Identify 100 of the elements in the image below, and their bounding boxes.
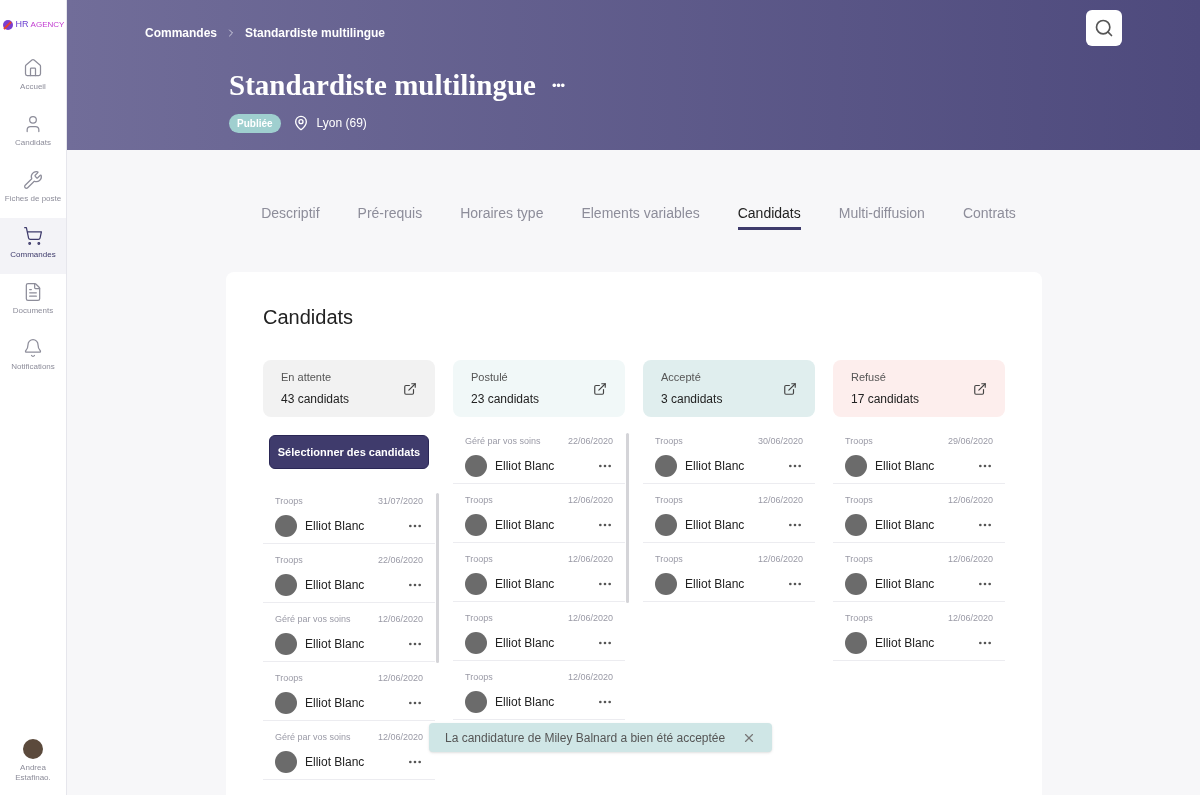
candidate-date: 22/06/2020 (377, 554, 423, 567)
avatar (275, 514, 297, 537)
candidate-date: 29/06/2020 (947, 435, 993, 448)
candidate-source: Troops (655, 435, 683, 448)
candidate-card[interactable]: Troops 31/07/2020 Elliot Blanc (263, 485, 435, 544)
external-link-icon[interactable] (973, 381, 987, 396)
candidate-card[interactable]: Troops 29/06/2020 Elliot Blanc (833, 425, 1005, 484)
avatar (845, 572, 867, 595)
candidate-card[interactable]: Troops 30/06/2020 Elliot Blanc (643, 425, 815, 484)
candidate-name: Elliot Blanc (495, 693, 555, 711)
candidate-card[interactable]: Géré par vos soins 12/06/2020 Elliot Blanc (263, 603, 435, 662)
candidate-card[interactable]: Troops 12/06/2020 Elliot Blanc (453, 543, 625, 602)
candidate-card[interactable]: Troops 12/06/2020 Elliot Blanc (833, 543, 1005, 602)
candidate-name: Elliot Blanc (495, 634, 555, 652)
candidate-source: Géré par vos soins (275, 731, 351, 744)
candidate-date: 12/06/2020 (377, 672, 423, 685)
avatar (275, 691, 297, 714)
status-column-header[interactable]: Accepté 3 candidats (643, 360, 815, 417)
candidate-card[interactable]: Géré par vos soins 22/06/2020 Elliot Blanc (453, 425, 625, 484)
candidate-date: 12/06/2020 (567, 612, 613, 625)
status-column-header[interactable]: En attente 43 candidats (263, 360, 435, 417)
user-name: Andrea Estafinao. (14, 763, 52, 783)
candidate-card[interactable]: Troops 12/06/2020 Elliot Blanc (453, 661, 625, 720)
avatar (275, 750, 297, 773)
candidate-name: Elliot Blanc (685, 457, 745, 475)
location-pin-icon (292, 115, 309, 131)
candidate-date: 22/06/2020 (567, 435, 613, 448)
logo-subtext: AGENCY (30, 21, 65, 29)
breadcrumb-link[interactable]: Commandes (145, 24, 218, 42)
candidate-source: Troops (845, 494, 873, 507)
column-title: Accepté (661, 370, 702, 386)
candidate-name: Elliot Blanc (875, 575, 935, 593)
candidate-date: 12/06/2020 (947, 553, 993, 566)
candidate-date: 12/06/2020 (947, 612, 993, 625)
column-count: 43 candidats (281, 390, 350, 408)
panel-title: Candidats (263, 305, 355, 330)
candidate-card[interactable]: Troops 12/06/2020 Elliot Blanc (453, 602, 625, 661)
candidate-source: Troops (465, 612, 493, 625)
select-candidates-button[interactable]: Sélectionner des candidats (269, 435, 429, 469)
search-button[interactable] (1086, 10, 1122, 46)
status-column-header[interactable]: Postulé 23 candidats (453, 360, 625, 417)
breadcrumb-current: Standardiste multilingue (245, 25, 386, 42)
candidate-card[interactable]: Troops 12/06/2020 Elliot Blanc (643, 543, 815, 602)
candidate-card[interactable]: Troops 12/06/2020 Elliot Blanc (833, 484, 1005, 543)
sidebar-item[interactable]: Fiches de poste (0, 162, 66, 218)
candidate-source: Troops (845, 612, 873, 625)
candidate-card[interactable]: Troops 12/06/2020 Elliot Blanc (453, 484, 625, 543)
candidate-name: Elliot Blanc (305, 635, 365, 653)
candidate-date: 12/06/2020 (947, 494, 993, 507)
tab[interactable]: Candidats (737, 200, 801, 230)
location-text: Lyon (69) (316, 115, 367, 132)
candidate-card[interactable]: Troops 12/06/2020 Elliot Blanc (643, 484, 815, 543)
sidebar-item[interactable]: Notifications (0, 330, 66, 386)
column-title: Refusé (851, 370, 887, 386)
scrollbar[interactable] (626, 433, 629, 603)
candidate-name: Elliot Blanc (495, 575, 555, 593)
column-title: En attente (281, 370, 333, 386)
avatar (465, 513, 487, 536)
avatar (465, 690, 487, 713)
candidate-date: 12/06/2020 (377, 613, 423, 626)
wrench-icon (23, 170, 43, 190)
sidebar-item[interactable]: Candidats (0, 106, 66, 162)
candidate-card[interactable]: Troops 12/06/2020 Elliot Blanc (263, 662, 435, 721)
external-link-icon[interactable] (403, 381, 417, 396)
sidebar-item[interactable]: Accueil (0, 50, 66, 106)
column-count: 3 candidats (661, 390, 723, 408)
external-link-icon[interactable] (593, 381, 607, 396)
cart-icon (23, 226, 43, 246)
candidate-name: Elliot Blanc (875, 457, 935, 475)
status-column-header[interactable]: Refusé 17 candidats (833, 360, 1005, 417)
candidate-date: 12/06/2020 (567, 671, 613, 684)
bell-icon (23, 338, 43, 358)
candidate-name: Elliot Blanc (875, 516, 935, 534)
column-count: 23 candidats (471, 390, 540, 408)
candidate-date: 30/06/2020 (757, 435, 803, 448)
candidate-name: Elliot Blanc (305, 694, 365, 712)
document-icon (23, 282, 43, 302)
avatar (845, 454, 867, 477)
candidate-card[interactable]: Troops 22/06/2020 Elliot Blanc (263, 544, 435, 603)
candidate-source: Troops (465, 553, 493, 566)
candidate-date: 12/06/2020 (567, 494, 613, 507)
candidate-source: Troops (275, 554, 303, 567)
more-button[interactable]: ••• (551, 76, 565, 96)
candidate-name: Elliot Blanc (305, 576, 365, 594)
sidebar-item[interactable]: Documents (0, 274, 66, 330)
candidate-name: Elliot Blanc (495, 457, 555, 475)
candidate-source: Troops (845, 553, 873, 566)
home-icon (23, 58, 43, 78)
candidate-date: 12/06/2020 (757, 553, 803, 566)
avatar (655, 572, 677, 595)
user-avatar[interactable] (23, 739, 43, 759)
external-link-icon[interactable] (783, 381, 797, 396)
candidate-date: 12/06/2020 (757, 494, 803, 507)
avatar (465, 631, 487, 654)
candidate-card[interactable]: Troops 12/06/2020 Elliot Blanc (833, 602, 1005, 661)
candidate-source: Troops (465, 494, 493, 507)
page-title: Standardiste multilingue (229, 68, 536, 103)
sidebar-item[interactable]: Commandes (0, 218, 66, 274)
candidate-date: 12/06/2020 (567, 553, 613, 566)
scrollbar[interactable] (436, 493, 439, 663)
